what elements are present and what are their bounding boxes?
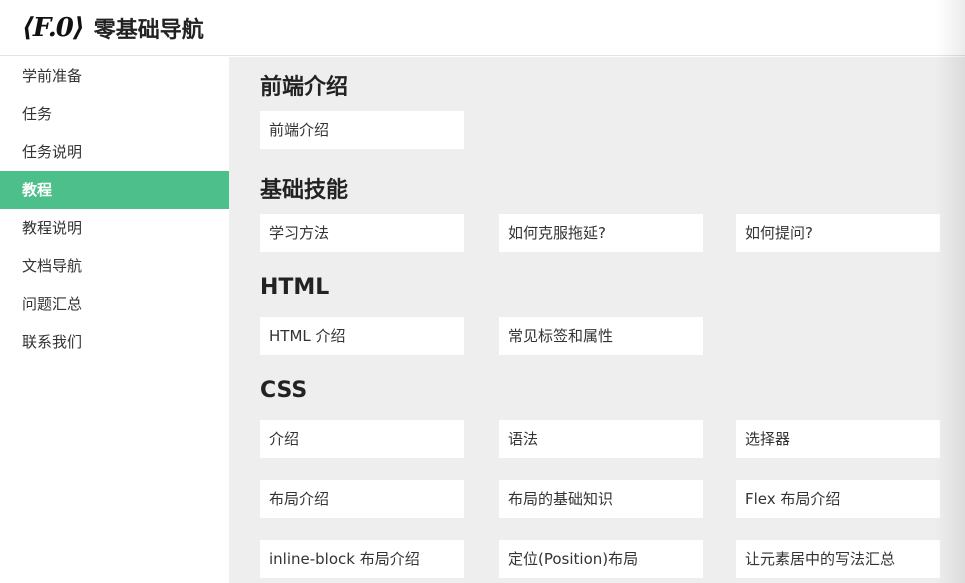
sidebar-item-task-notes[interactable]: 任务说明: [0, 133, 229, 171]
section-title-basic-skills: 基础技能: [260, 178, 349, 203]
logo[interactable]: ⟨F.0⟩ 零基础导航: [22, 12, 204, 44]
card-learning-method[interactable]: 学习方法: [260, 214, 464, 252]
sidebar-item-tasks[interactable]: 任务: [0, 95, 229, 133]
card-css-intro[interactable]: 介绍: [260, 420, 464, 458]
card-flex-layout[interactable]: Flex 布局介绍: [736, 480, 940, 518]
card-inline-block-layout[interactable]: inline-block 布局介绍: [260, 540, 464, 578]
card-css-syntax[interactable]: 语法: [499, 420, 703, 458]
site-title: 零基础导航: [93, 17, 204, 43]
section-title-css: CSS: [260, 378, 308, 403]
card-position-layout[interactable]: 定位(Position)布局: [499, 540, 703, 578]
sidebar-item-faq[interactable]: 问题汇总: [0, 285, 229, 323]
card-layout-intro[interactable]: 布局介绍: [260, 480, 464, 518]
main-content: 前端介绍 前端介绍 基础技能 学习方法 如何克服拖延? 如何提问? HTML H…: [229, 57, 965, 583]
card-common-tags[interactable]: 常见标签和属性: [499, 317, 703, 355]
sidebar-item-docs[interactable]: 文档导航: [0, 247, 229, 285]
section-title-html: HTML: [260, 275, 330, 300]
card-centering-methods[interactable]: 让元素居中的写法汇总: [736, 540, 940, 578]
card-overcome-procrastination[interactable]: 如何克服拖延?: [499, 214, 703, 252]
top-header: ⟨F.0⟩ 零基础导航: [0, 0, 965, 56]
sidebar-item-preparation[interactable]: 学前准备: [0, 57, 229, 95]
card-css-selectors[interactable]: 选择器: [736, 420, 940, 458]
card-html-intro[interactable]: HTML 介绍: [260, 317, 464, 355]
logo-mark: ⟨F.0⟩: [22, 12, 85, 43]
card-layout-basics[interactable]: 布局的基础知识: [499, 480, 703, 518]
sidebar-item-tutorials[interactable]: 教程: [0, 171, 229, 209]
sidebar-item-tutorial-notes[interactable]: 教程说明: [0, 209, 229, 247]
sidebar: 学前准备 任务 任务说明 教程 教程说明 文档导航 问题汇总 联系我们: [0, 57, 229, 583]
card-frontend-intro[interactable]: 前端介绍: [260, 111, 464, 149]
section-title-frontend: 前端介绍: [260, 75, 349, 100]
sidebar-item-contact[interactable]: 联系我们: [0, 323, 229, 361]
card-how-to-ask[interactable]: 如何提问?: [736, 214, 940, 252]
